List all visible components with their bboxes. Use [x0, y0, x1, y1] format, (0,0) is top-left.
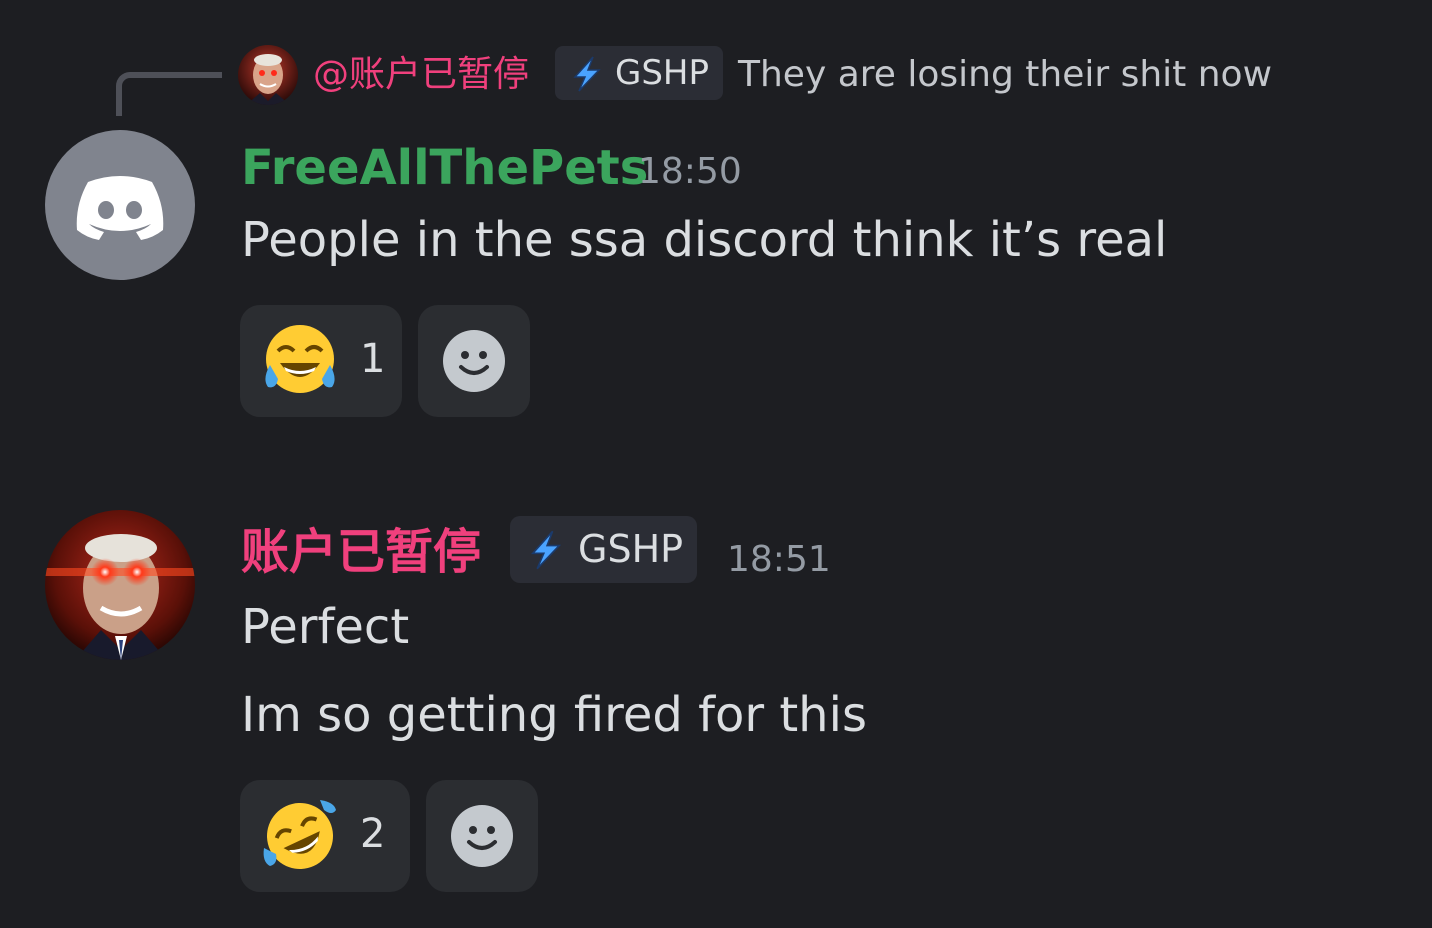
message-text: People in the ssa discord think it’s rea… — [241, 212, 1168, 268]
reaction-button[interactable]: 2 — [240, 780, 410, 892]
reply-username[interactable]: @账户已暂停 — [313, 50, 529, 100]
message-timestamp[interactable]: 18:51 — [727, 535, 831, 585]
guild-tag-label: GSHP — [578, 527, 684, 571]
reply-connector-line — [116, 72, 222, 116]
user-avatar[interactable] — [45, 510, 195, 660]
add-reaction-smiley-icon — [451, 805, 513, 867]
lightning-bolt-icon — [573, 56, 601, 92]
lightning-bolt-icon — [530, 530, 562, 570]
message-text: Perfect — [241, 599, 410, 655]
message-text: Im so getting fired for this — [241, 687, 867, 743]
reply-tag-label: GSHP — [615, 53, 709, 93]
discord-logo-icon — [76, 176, 164, 240]
message-timestamp[interactable]: 18:50 — [638, 147, 742, 197]
message-username[interactable]: FreeAllThePets — [241, 138, 648, 198]
red-eyes-avatar-icon — [45, 510, 195, 660]
reaction-count: 1 — [360, 336, 386, 382]
reply-message-text[interactable]: They are losing their shit now — [738, 50, 1272, 100]
add-reaction-button[interactable] — [418, 305, 530, 417]
red-eyes-avatar-icon — [238, 45, 298, 105]
rolling-on-the-floor-laughing-icon — [263, 800, 336, 869]
reaction-count: 2 — [360, 811, 386, 857]
message-username[interactable]: 账户已暂停 — [241, 522, 481, 582]
face-with-tears-of-joy-icon — [265, 325, 335, 393]
add-reaction-button[interactable] — [426, 780, 538, 892]
reply-avatar[interactable] — [238, 45, 298, 105]
guild-tag[interactable]: GSHP — [510, 516, 697, 583]
add-reaction-smiley-icon — [443, 330, 505, 392]
discord-avatar[interactable] — [45, 130, 195, 280]
reply-guild-tag[interactable]: GSHP — [555, 46, 723, 100]
reaction-button[interactable]: 1 — [240, 305, 402, 417]
